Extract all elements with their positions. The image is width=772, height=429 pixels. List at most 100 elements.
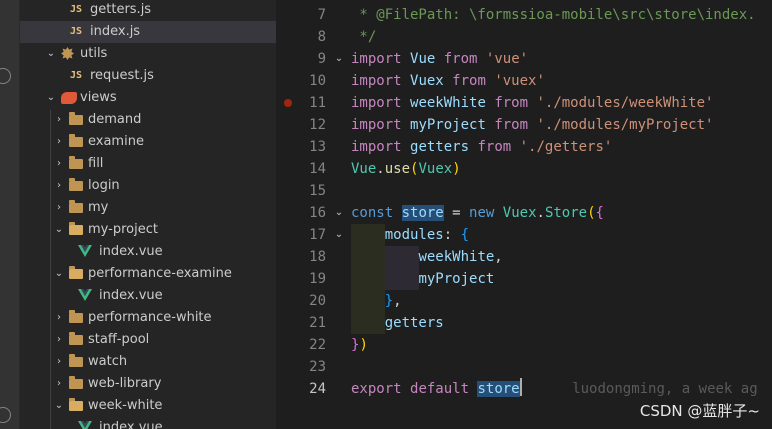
code-line[interactable]: weekWhite, [351, 246, 503, 268]
explorer-folder[interactable]: › watch [20, 351, 276, 373]
explorer-item-label: staff-pool [88, 332, 150, 347]
explorer-item-label: index.vue [99, 244, 163, 259]
explorer-folder[interactable]: › web-library [20, 373, 276, 395]
explorer-file[interactable]: JS getters.js [20, 0, 276, 21]
code-token: : [443, 227, 461, 243]
breakpoint-icon[interactable] [284, 99, 292, 107]
code-token: , [393, 293, 402, 309]
chevron-down-icon[interactable]: ⌄ [45, 43, 57, 65]
chevron-down-icon[interactable]: ⌄ [53, 263, 65, 285]
code-line[interactable]: const store = new Vuex.Store({ [351, 202, 604, 224]
explorer-item-label: request.js [90, 68, 154, 83]
code-token: default [410, 381, 470, 397]
explorer-file[interactable]: JS index.js [20, 21, 276, 43]
explorer-folder[interactable]: › demand [20, 109, 276, 131]
views-folder-icon [61, 92, 77, 104]
chevron-right-icon[interactable]: › [53, 175, 65, 197]
explorer-item-label: fill [88, 156, 104, 171]
code-line[interactable]: modules: { [351, 224, 469, 246]
line-number: 17 [309, 227, 326, 243]
code-line[interactable]: Vue.use(Vuex) [351, 158, 461, 180]
code-line[interactable]: myProject [351, 268, 494, 290]
code-token: Vuex [418, 161, 453, 177]
explorer-folder[interactable]: › fill [20, 153, 276, 175]
line-number: 19 [309, 271, 326, 287]
explorer-folder[interactable]: ⌄ performance-examine [20, 263, 276, 285]
code-line[interactable]: import Vue from 'vue' [351, 48, 528, 70]
chevron-right-icon[interactable]: › [53, 153, 65, 175]
chevron-down-icon[interactable]: ⌄ [53, 219, 65, 241]
line-number: 23 [309, 359, 326, 375]
code-line[interactable]: getters [351, 312, 444, 334]
line-number: 24 [309, 381, 326, 397]
chevron-right-icon[interactable]: › [53, 307, 65, 329]
line-number: 22 [309, 337, 326, 353]
js-file-icon: JS [70, 4, 83, 15]
chevron-down-icon[interactable]: ⌄ [53, 395, 65, 417]
explorer-file[interactable]: index.vue [20, 285, 276, 307]
code-token: Vue [410, 51, 436, 67]
explorer-folder[interactable]: ⌄ views [20, 87, 276, 109]
code-token: 'vuex' [494, 73, 545, 89]
code-token: ) [359, 337, 368, 353]
code-token: 'vue' [485, 51, 529, 67]
fold-chevron-icon[interactable]: ⌄ [333, 48, 345, 70]
explorer-folder[interactable]: › examine [20, 131, 276, 153]
watermark: CSDN @蓝胖子~ [639, 402, 760, 420]
explorer-folder[interactable]: ⌄ my-project [20, 219, 276, 241]
explorer-folder[interactable]: › staff-pool [20, 329, 276, 351]
chevron-right-icon[interactable]: › [53, 131, 65, 153]
folder-open-icon [69, 222, 83, 235]
explorer-folder[interactable]: › login [20, 175, 276, 197]
fold-chevron-icon[interactable]: ⌄ [333, 202, 345, 224]
explorer-file[interactable]: JS request.js [20, 65, 276, 87]
code-token: , [494, 249, 503, 265]
code-line[interactable]: * @FilePath: \formssioa-mobile\src\store… [351, 4, 755, 26]
code-line[interactable]: import myProject from './modules/myProje… [351, 114, 713, 136]
chevron-down-icon[interactable]: ⌄ [45, 87, 57, 109]
code-token: myProject [410, 117, 486, 133]
explorer-file[interactable]: index.vue [20, 241, 276, 263]
code-editor[interactable]: 7 * @FilePath: \formssioa-mobile\src\sto… [276, 0, 772, 429]
folder-icon [69, 332, 83, 345]
code-token: getters [384, 315, 444, 331]
chevron-right-icon[interactable]: › [53, 373, 65, 395]
code-token: } [384, 293, 394, 309]
chevron-right-icon[interactable]: › [53, 197, 65, 219]
code-line[interactable]: import Vuex from 'vuex' [351, 70, 545, 92]
explorer-item-label: views [80, 90, 117, 105]
code-token: './modules/weekWhite' [536, 95, 714, 111]
explorer-folder[interactable]: ⌄ utils [20, 43, 276, 65]
code-token: weekWhite [410, 95, 486, 111]
code-line[interactable]: import getters from './getters' [351, 136, 612, 158]
code-line[interactable]: */ [351, 26, 376, 48]
code-token: from [443, 51, 478, 67]
explorer-item-label: week-white [88, 398, 163, 413]
fold-chevron-icon[interactable]: ⌄ [333, 224, 345, 246]
chevron-right-icon[interactable]: › [53, 109, 65, 131]
explorer-item-label: login [88, 178, 120, 193]
explorer-file[interactable]: index.vue [20, 417, 276, 429]
code-line[interactable]: import weekWhite from './modules/weekWhi… [351, 92, 713, 114]
chevron-right-icon[interactable]: › [53, 351, 65, 373]
explorer-folder[interactable]: › performance-white [20, 307, 276, 329]
source-control-icon[interactable] [0, 68, 11, 84]
vue-file-icon [78, 289, 92, 303]
code-line[interactable]: export default store luodongming, a week… [351, 378, 758, 400]
explorer-folder[interactable]: › my [20, 197, 276, 219]
js-file-icon: JS [70, 70, 83, 81]
chevron-right-icon[interactable]: › [53, 329, 65, 351]
code-token: import [351, 139, 402, 155]
account-icon[interactable] [0, 407, 11, 423]
explorer-item-label: watch [88, 354, 128, 369]
line-number: 9 [317, 51, 326, 67]
code-line[interactable]: }) [351, 334, 368, 356]
line-number: 8 [317, 29, 326, 45]
explorer-item-label: index.vue [99, 420, 163, 429]
explorer-folder[interactable]: ⌄ week-white [20, 395, 276, 417]
code-line[interactable]: }, [351, 290, 402, 312]
